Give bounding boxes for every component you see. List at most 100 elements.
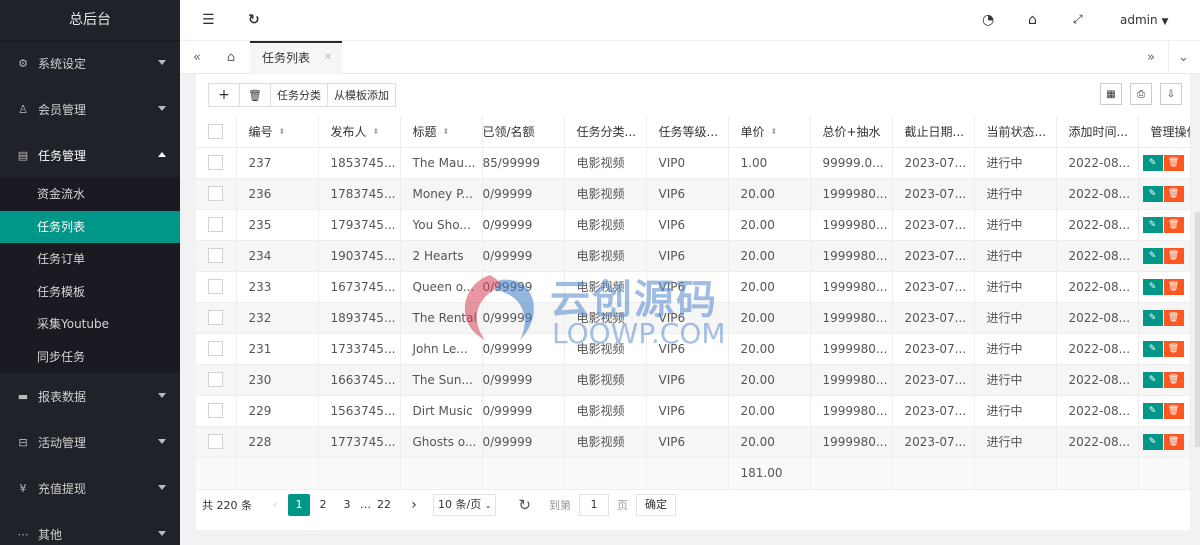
edit-icon[interactable]: ✎ [1142, 402, 1163, 419]
sort-icon[interactable]: ⬍ [279, 128, 286, 136]
tabs-scroll-left-icon[interactable]: « [182, 41, 212, 74]
col-header[interactable]: 发布人 ⬍ [318, 116, 401, 148]
row-checkbox[interactable] [208, 186, 224, 201]
table-cell: 1999980... [810, 364, 893, 396]
sidebar-item-task-templates[interactable]: 任务模板 [0, 276, 180, 309]
page-button[interactable]: 1 [288, 494, 310, 516]
task-category-button[interactable]: 任务分类 [270, 83, 328, 107]
sidebar-item-fund-flow[interactable]: 资金流水 [0, 178, 180, 211]
edit-icon[interactable]: ✎ [1142, 216, 1163, 233]
col-header[interactable]: 单价 ⬍ [728, 116, 811, 148]
delete-icon[interactable]: 🗑 [1163, 340, 1184, 357]
row-checkbox[interactable] [208, 310, 224, 325]
prev-page-icon[interactable]: ‹ [264, 494, 286, 516]
add-from-template-button[interactable]: 从模板添加 [327, 83, 396, 107]
sidebar-item-youtube[interactable]: 采集Youtube [0, 308, 180, 341]
row-checkbox[interactable] [208, 403, 224, 418]
home-icon[interactable]: ⌂ [216, 41, 246, 74]
table-cell: 1999980... [810, 302, 893, 334]
export-icon[interactable]: ⇩ [1160, 83, 1182, 105]
col-header[interactable]: 管理操作 [1138, 116, 1191, 148]
select-all-checkbox[interactable] [208, 123, 224, 139]
edit-icon[interactable]: ✎ [1142, 309, 1163, 326]
col-header[interactable]: 截止日期... [892, 116, 975, 148]
row-checkbox[interactable] [208, 434, 224, 449]
sort-icon[interactable]: ⬍ [771, 128, 778, 136]
chevron-up-icon [158, 152, 166, 157]
col-header[interactable]: 已领/名额 [482, 116, 565, 148]
confirm-goto-button[interactable]: 确定 [635, 494, 676, 516]
sort-icon[interactable]: ⬍ [443, 128, 450, 136]
row-checkbox[interactable] [208, 248, 224, 263]
next-page-icon[interactable]: › [403, 494, 425, 516]
delete-icon[interactable]: 🗑 [1163, 185, 1184, 202]
menu-toggle-icon[interactable]: ☰ [202, 12, 215, 28]
sidebar-group-reports[interactable]: ▬ 报表数据 [0, 373, 180, 419]
edit-icon[interactable]: ✎ [1142, 154, 1163, 171]
gear-icon: ⚙ [18, 56, 28, 70]
theme-icon[interactable]: ◔ [982, 12, 994, 28]
page-button[interactable]: 22 [373, 494, 395, 516]
col-header[interactable]: 任务分类... [564, 116, 647, 148]
sidebar-group-recharge[interactable]: ¥ 充值提现 [0, 465, 180, 511]
edit-icon[interactable]: ✎ [1142, 340, 1163, 357]
goto-page-input[interactable]: 1 [578, 494, 609, 516]
tab-task-list[interactable]: 任务列表 ✕ [250, 41, 342, 74]
table-cell: 1893745... [318, 302, 401, 334]
sidebar-group-members[interactable]: ♙ 会员管理 [0, 86, 180, 132]
fullscreen-icon[interactable]: ⤢ [1073, 12, 1083, 27]
page-size-select[interactable]: 10 条/页 ⌄ [433, 494, 497, 516]
refresh-page-icon[interactable]: ↻ [518, 496, 531, 514]
col-header[interactable]: 标题 ⬍ [400, 116, 483, 148]
columns-icon[interactable]: ▦ [1100, 83, 1122, 105]
delete-icon[interactable]: 🗑 [1163, 371, 1184, 388]
total-count: 共 220 条 [202, 499, 252, 512]
row-checkbox[interactable] [208, 279, 224, 294]
col-header[interactable]: 总价+抽水 [810, 116, 893, 148]
edit-icon[interactable]: ✎ [1142, 371, 1163, 388]
edit-icon[interactable]: ✎ [1142, 185, 1163, 202]
col-header[interactable]: 添加时间... [1056, 116, 1139, 148]
sort-icon[interactable]: ⬍ [373, 128, 380, 136]
row-checkbox[interactable] [208, 341, 224, 356]
delete-icon[interactable]: 🗑 [1163, 433, 1184, 450]
table-cell: VIP6 [646, 426, 729, 458]
edit-icon[interactable]: ✎ [1142, 433, 1163, 450]
app-title: 总后台 [0, 0, 180, 40]
row-checkbox[interactable] [208, 217, 224, 232]
refresh-icon[interactable]: ↻ [248, 12, 260, 28]
delete-icon[interactable]: 🗑 [1163, 216, 1184, 233]
col-header[interactable]: 任务等级... [646, 116, 729, 148]
sidebar-item-task-list[interactable]: 任务列表 [0, 210, 180, 243]
delete-icon[interactable]: 🗑 [1163, 154, 1184, 171]
add-button[interactable]: + [208, 83, 240, 107]
sidebar-group-label: 充值提现 [38, 481, 87, 496]
delete-icon[interactable]: 🗑 [1163, 309, 1184, 326]
print-icon[interactable]: ⎙ [1130, 83, 1152, 105]
tabs-scroll-right-icon[interactable]: » [1136, 41, 1166, 74]
page-button[interactable]: 2 [312, 494, 334, 516]
sidebar-item-task-orders[interactable]: 任务订单 [0, 243, 180, 276]
sidebar-group-activities[interactable]: ⊟ 活动管理 [0, 419, 180, 465]
col-header[interactable]: 编号 ⬍ [236, 116, 319, 148]
col-header[interactable]: 当前状态... [974, 116, 1057, 148]
edit-icon[interactable]: ✎ [1142, 278, 1163, 295]
row-checkbox[interactable] [208, 372, 224, 387]
page-button[interactable]: 3 [336, 494, 358, 516]
delete-icon[interactable]: 🗑 [1163, 402, 1184, 419]
close-icon[interactable]: ✕ [324, 43, 332, 73]
tag-icon[interactable]: ⌂ [1028, 12, 1037, 28]
sidebar-group-system[interactable]: ⚙ 系统设定 [0, 40, 180, 86]
user-menu[interactable]: admin ▼ [1120, 13, 1168, 27]
delete-icon[interactable]: 🗑 [1163, 247, 1184, 264]
sidebar-group-tasks[interactable]: ▤ 任务管理 资金流水 任务列表 任务订单 任务模板 采集Youtube 同步任务 [0, 132, 180, 373]
delete-button[interactable]: 🗑 [239, 83, 271, 107]
delete-icon[interactable]: 🗑 [1163, 278, 1184, 295]
page-scrollbar[interactable] [1195, 212, 1200, 447]
sidebar-group-other[interactable]: ⋯ 其他 [0, 511, 180, 545]
tabs-menu-icon[interactable]: ⌄ [1168, 41, 1198, 74]
sidebar-group-label: 任务管理 [38, 148, 87, 163]
sidebar-item-sync-tasks[interactable]: 同步任务 [0, 341, 180, 374]
edit-icon[interactable]: ✎ [1142, 247, 1163, 264]
row-checkbox[interactable] [208, 155, 224, 170]
